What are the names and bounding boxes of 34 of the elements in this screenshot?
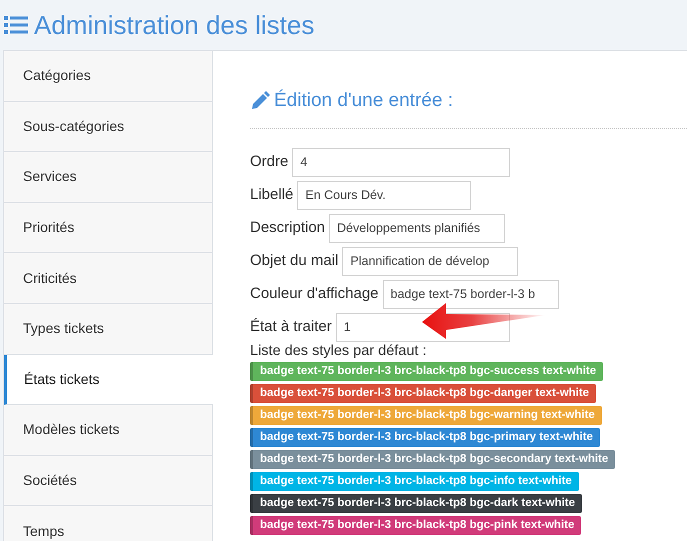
- field-label: Ordre: [250, 152, 288, 172]
- style-badge: badge text-75 border-l-3 brc-black-tp8 bgc-secondary text-white: [250, 450, 616, 469]
- sidebar-tab[interactable]: Priorités: [4, 202, 212, 254]
- sidebar-tab[interactable]: Sous-catégories: [4, 102, 212, 152]
- sidebar-tab[interactable]: Sociétés: [4, 456, 212, 506]
- style-badge: badge text-75 border-l-3 brc-black-tp8 bgc-pink text-white: [250, 516, 582, 535]
- sidebar-tab[interactable]: Temps: [4, 506, 212, 541]
- sidebar-tab[interactable]: Modèles tickets: [4, 405, 212, 456]
- field-label: Libellé: [250, 184, 294, 205]
- style-badge: badge text-75 border-l-3 brc-black-tp8 bgc-warning text-white: [250, 406, 602, 425]
- text-field[interactable]: 4: [292, 148, 510, 176]
- style-badge: badge text-75 border-l-3 brc-black-tp8 bgc-info text-white: [250, 472, 579, 491]
- style-badge: badge text-75 border-l-3 brc-black-tp8 bgc-dark text-white: [250, 494, 582, 513]
- sidebar-tab[interactable]: Services: [4, 152, 212, 203]
- style-badge: badge text-75 border-l-3 brc-black-tp8 bgc-danger text-white: [250, 384, 596, 403]
- section-heading: Édition d'une entrée :: [274, 88, 453, 113]
- styles-label: Liste des styles par défaut :: [250, 342, 428, 360]
- sidebar-tab[interactable]: États tickets: [4, 354, 213, 406]
- sidebar-tab[interactable]: Catégories: [4, 51, 212, 102]
- field-label: État à traiter: [250, 316, 332, 337]
- style-badge: badge text-75 border-l-3 brc-black-tp8 bgc-primary text-white: [250, 428, 600, 447]
- page-title: Administration des listes: [34, 12, 314, 38]
- field-label: Objet du mail: [250, 250, 338, 271]
- field-label: Description: [250, 218, 326, 238]
- sidebar-tab[interactable]: Criticités: [4, 253, 212, 304]
- list-icon: [4, 15, 28, 35]
- field-label: Couleur d'affichage: [250, 284, 379, 304]
- text-field[interactable]: Développements planifiés: [329, 214, 506, 242]
- text-field[interactable]: Plannification de dévelop: [342, 246, 518, 276]
- pencil-icon: [250, 91, 270, 112]
- arrow-icon: [422, 303, 546, 339]
- text-field[interactable]: badge text-75 border-l-3 b: [382, 280, 559, 308]
- style-badge: badge text-75 border-l-3 brc-black-tp8 bgc-success text-white: [250, 362, 604, 381]
- text-field[interactable]: En Cours Dév.: [297, 180, 472, 210]
